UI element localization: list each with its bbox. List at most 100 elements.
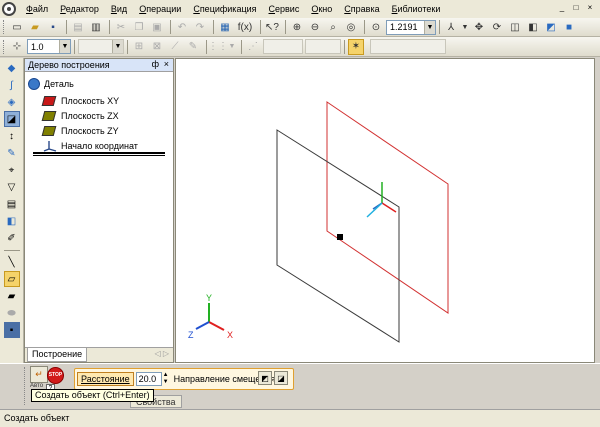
standard-toolbar: ▭ ▰ ▪ ▤ ▥ ✂ ❐ ▣ ↶ ↷ ▦ f(x) ↖? ⊕ ⊖ ⌕ ◎ ⊙ … (0, 18, 600, 37)
close-icon[interactable]: × (164, 59, 169, 69)
axis-label-z: Z (188, 330, 194, 340)
toolbar-grip[interactable] (3, 20, 6, 34)
menu-specification[interactable]: Спецификация (187, 4, 262, 14)
tree-root-part[interactable]: Деталь (28, 78, 74, 90)
edit-icon[interactable]: ✐ (4, 230, 20, 246)
open-folder-icon[interactable]: ▰ (27, 19, 43, 35)
layer-combo[interactable]: ▼ (78, 39, 124, 54)
direction-reverse-button[interactable]: ◪ (274, 371, 288, 385)
dimensions-icon[interactable]: ↕ (4, 128, 20, 144)
menu-operations[interactable]: Операции (133, 4, 187, 14)
save-icon[interactable]: ▪ (45, 19, 61, 35)
toolbar-grip[interactable] (3, 39, 6, 54)
zoom-out-icon[interactable]: ⊖ (307, 19, 323, 35)
render-shaded-icon[interactable]: ■ (561, 19, 577, 35)
zoom-scale-icon[interactable]: ⊙ (368, 19, 384, 35)
menu-help[interactable]: Справка (338, 4, 385, 14)
close-button[interactable]: × (584, 2, 596, 14)
step-combo[interactable]: 1.0 ▼ (27, 39, 71, 54)
sheet-metal-icon[interactable]: ◧ (4, 213, 20, 229)
print-preview-icon[interactable]: ▥ (88, 19, 104, 35)
direction-forward-button[interactable]: ◩ (258, 371, 272, 385)
measure-tool-icon[interactable]: ⌖ (4, 162, 20, 178)
cursor-step-icon[interactable]: ⊹ (9, 39, 25, 55)
coordinate-field[interactable] (305, 39, 341, 54)
panel-grip[interactable] (24, 367, 27, 405)
variables-fx-icon[interactable]: f(x) (235, 19, 255, 35)
menu-service[interactable]: Сервис (263, 4, 306, 14)
stop-button[interactable]: STOP (47, 367, 64, 384)
tree-item-plane-zy[interactable]: Плоскость ZY (41, 126, 119, 136)
undo-icon[interactable]: ↶ (174, 19, 190, 35)
restore-button[interactable]: □ (570, 2, 582, 14)
create-object-button[interactable]: ↵ (30, 366, 48, 383)
zoom-in-icon[interactable]: ⊕ (289, 19, 305, 35)
help-cursor-icon[interactable]: ↖? (264, 19, 280, 35)
line-icon[interactable]: ╲ (4, 254, 20, 270)
toolbar-separator (109, 20, 110, 34)
copy-icon[interactable]: ❐ (131, 19, 147, 35)
zoom-scale-combo[interactable]: 1.2191 ▼ (386, 19, 436, 35)
tab-construction[interactable]: Построение (27, 348, 88, 362)
render-wireframe-icon[interactable]: ◫ (507, 19, 523, 35)
chevron-down-icon[interactable]: ▼ (59, 40, 70, 53)
menu-libraries[interactable]: Библиотеки (386, 4, 447, 14)
distance-label[interactable]: Расстояние (77, 372, 134, 386)
menu-editor[interactable]: Редактор (54, 4, 105, 14)
local-cs-icon[interactable]: ⊞ (131, 39, 147, 55)
section-icon[interactable]: ▪ (3, 322, 20, 338)
menu-window[interactable]: Окно (305, 4, 338, 14)
distance-input[interactable]: 20.0 (135, 372, 162, 386)
tree-item-origin[interactable]: Начало координат (43, 140, 138, 152)
spec-icon[interactable]: ▤ (4, 196, 20, 212)
aux-geometry-icon[interactable]: ◪ (3, 111, 20, 127)
tree-item-plane-zx[interactable]: Плоскость ZX (41, 111, 119, 121)
sketch-icon[interactable]: ✎ (4, 145, 20, 161)
menu-file[interactable]: Файл (20, 4, 54, 14)
tree-item-label: Начало координат (61, 141, 138, 151)
chevron-down-icon[interactable]: ▼ (424, 20, 435, 34)
chevron-down-icon[interactable]: ▼ (228, 39, 236, 55)
menu-view[interactable]: Вид (105, 4, 133, 14)
filter-icon[interactable]: ▽ (4, 179, 20, 195)
snapping-icon[interactable]: ✶ (348, 38, 364, 55)
chevron-down-icon[interactable]: ▼ (112, 40, 123, 53)
tree-item-label: Плоскость ZX (61, 111, 119, 121)
manager-icon[interactable]: ▦ (217, 19, 233, 35)
zoom-window-icon[interactable]: ⌕ (325, 19, 341, 35)
geometry-icon[interactable]: ◆ (4, 60, 20, 76)
curves-icon[interactable]: ∫ (4, 77, 20, 93)
redo-icon[interactable]: ↷ (192, 19, 208, 35)
toolbar-separator (344, 39, 345, 54)
coordinate-field[interactable] (263, 39, 303, 54)
zoom-all-icon[interactable]: ◎ (343, 19, 359, 35)
surfaces-icon[interactable]: ◈ (4, 94, 20, 110)
tab-scroll-arrows[interactable]: ◁ ▷ (154, 349, 169, 358)
snap-value-field[interactable] (370, 39, 446, 54)
offset-plane-icon[interactable]: ▱ (3, 271, 20, 287)
chevron-down-icon[interactable]: ▼ (461, 19, 469, 35)
pencil-icon[interactable]: ✎ (185, 39, 201, 55)
rotate-icon[interactable]: ⟳ (489, 19, 505, 35)
new-document-icon[interactable]: ▭ (9, 19, 25, 35)
snap-icon[interactable]: ⊠ (149, 39, 165, 55)
distance-spinner[interactable]: ▲ ▼ (162, 372, 170, 386)
pan-icon[interactable]: ✥ (471, 19, 487, 35)
grid-icon[interactable]: ⋮⋮ (208, 39, 228, 55)
paste-icon[interactable]: ▣ (149, 19, 165, 35)
render-hidden-lines-icon[interactable]: ◧ (525, 19, 541, 35)
measure-icon[interactable]: ⋰ (245, 39, 261, 55)
ellipsoid-icon[interactable]: ⬬ (4, 305, 20, 321)
render-halftone-icon[interactable]: ◩ (543, 19, 559, 35)
print-icon[interactable]: ▤ (70, 19, 86, 35)
plane-tool-icon[interactable]: ▰ (4, 288, 20, 304)
pin-icon[interactable]: ф (152, 59, 159, 69)
minimize-button[interactable]: _ (556, 2, 568, 14)
model-viewport[interactable]: Y X Z (175, 58, 595, 363)
orientation-icon[interactable]: ⅄ (443, 19, 459, 35)
app-document-icon[interactable] (2, 2, 16, 16)
ortho-icon[interactable]: ⟋ (167, 39, 183, 55)
tree-item-plane-xy[interactable]: Плоскость XY (41, 96, 119, 106)
cut-icon[interactable]: ✂ (113, 19, 129, 35)
model-tree-panel: Дерево построения ф × Деталь Плоскость X… (24, 58, 174, 363)
